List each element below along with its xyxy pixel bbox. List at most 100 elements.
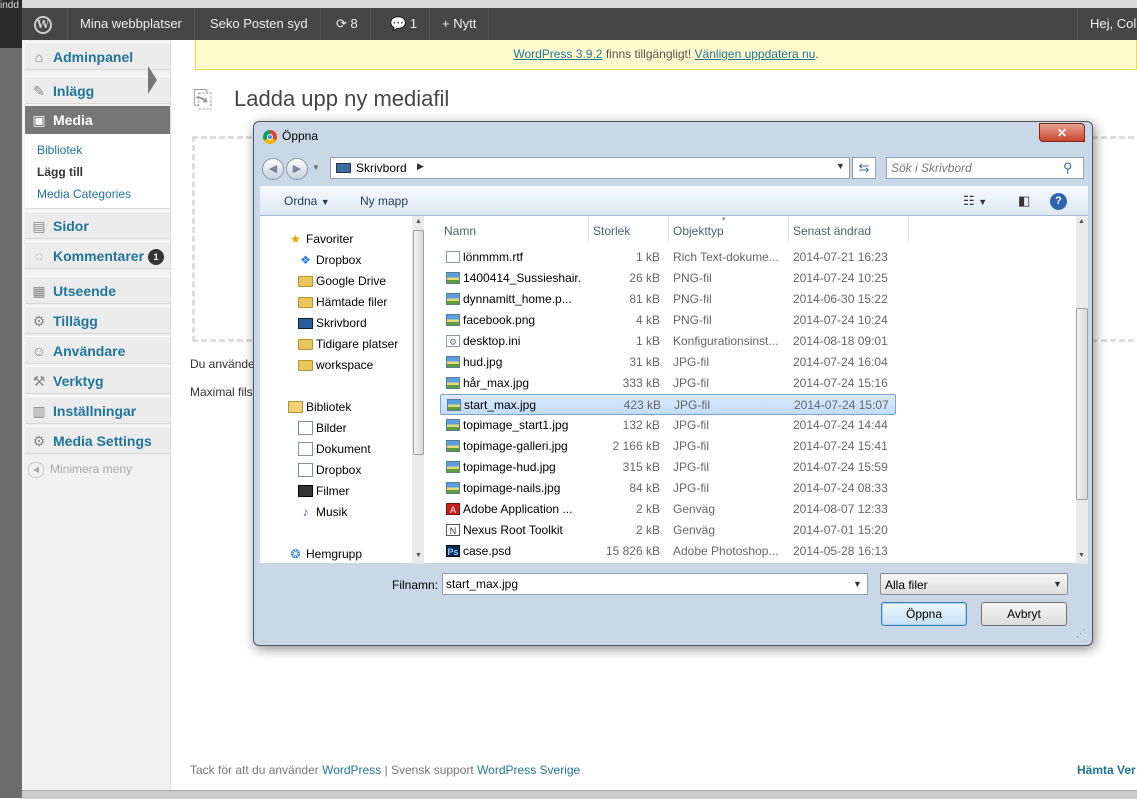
file-row[interactable]: 1400414_Sussieshair... 26 kB PNG-fil 2014-0… — [440, 268, 896, 289]
address-dropdown-icon[interactable]: ▼ — [836, 161, 845, 171]
address-bar[interactable]: Skrivbord ▶ ▼ — [330, 157, 850, 179]
submenu-library[interactable]: Bibliotek — [37, 143, 82, 157]
filename-dropdown-icon[interactable]: ▼ — [853, 579, 862, 589]
file-row[interactable]: A Adobe Application ... 2 kB Genväg 2014-08-… — [440, 499, 896, 520]
menu-label: Användare — [53, 343, 126, 359]
view-options-icon[interactable]: ☷ ▼ — [963, 193, 987, 209]
menu-comments[interactable]: ◌ Kommentarer 1 — [25, 241, 170, 269]
nav-documents[interactable]: Dokument — [298, 442, 371, 456]
settings-icon: ▥ — [32, 403, 46, 419]
menu-appearance[interactable]: ▦ Utseende — [25, 276, 170, 304]
scroll-up-icon[interactable]: ▲ — [415, 218, 422, 225]
file-row[interactable]: Ps case.psd 15 826 kB Adobe Photoshop... 201… — [440, 541, 896, 562]
navigation-scrollbar[interactable]: ▲ ▼ — [412, 216, 424, 564]
file-row-selected[interactable]: start_max.jpg 423 kB JPG-fil 2014-07-24 15:… — [440, 394, 896, 415]
nav-desktop[interactable]: Skrivbord — [298, 316, 367, 330]
file-row[interactable]: topimage-nails.jpg 84 kB JPG-fil 2014-07-24… — [440, 478, 896, 499]
file-type: PNG-fil — [673, 271, 712, 285]
update-now-link[interactable]: Vänligen uppdatera nu — [695, 47, 816, 61]
submenu-media-categories[interactable]: Media Categories — [37, 187, 131, 201]
file-row[interactable]: ≡ lönmmm.rtf 1 kB Rich Text-dokume... 2014-0… — [440, 247, 896, 268]
organize-button[interactable]: Ordna ▼ — [284, 194, 330, 208]
menu-media-settings[interactable]: ⚙ Media Settings — [25, 426, 170, 454]
menu-media[interactable]: ▣ Media — [25, 106, 170, 134]
file-row[interactable]: hud.jpg 31 kB JPG-fil 2014-07-24 16:04 — [440, 352, 896, 373]
nav-libraries[interactable]: Bibliotek — [288, 400, 351, 414]
file-row[interactable]: dynnamitt_home.p... 81 kB PNG-fil 2014-06-3… — [440, 289, 896, 310]
file-name: dynnamitt_home.p... — [463, 292, 572, 306]
preview-pane-icon[interactable]: ◧ — [1018, 193, 1030, 209]
column-modified[interactable]: Senast ändrad — [793, 224, 871, 238]
scroll-down-icon[interactable]: ▼ — [1078, 552, 1085, 559]
submenu-add-new[interactable]: Lägg till — [37, 165, 83, 179]
column-size[interactable]: Storlek — [593, 224, 630, 238]
file-size: 2 166 kB — [612, 439, 660, 453]
new-content-menu[interactable]: + Nytt — [430, 8, 490, 40]
new-folder-button[interactable]: Ny mapp — [360, 194, 408, 208]
file-row[interactable]: ⚙ desktop.ini 1 kB Konfigurationsinst... 201… — [440, 331, 896, 352]
nav-library-dropbox[interactable]: Dropbox — [298, 463, 361, 477]
file-date: 2014-07-24 10:25 — [793, 271, 888, 285]
footer-wordpress-link[interactable]: WordPress — [322, 763, 381, 777]
nav-label: Filmer — [316, 484, 350, 498]
comment-bubble-icon: 💬 — [390, 16, 407, 31]
file-row[interactable]: topimage-galleri.jpg 2 166 kB JPG-fil 2014-… — [440, 436, 896, 457]
file-size: 2 kB — [635, 523, 660, 537]
filename-input[interactable] — [446, 576, 826, 592]
account-menu[interactable]: Hej, Col — [1077, 8, 1137, 40]
nav-downloads[interactable]: Hämtade filer — [298, 295, 387, 309]
footer-wordpress-sverige-link[interactable]: WordPress Sverige — [477, 763, 580, 777]
navigation-scroll-thumb[interactable] — [413, 230, 424, 455]
scroll-up-icon[interactable]: ▲ — [1078, 218, 1085, 225]
comments-menu[interactable]: 💬 1 — [378, 8, 431, 40]
nav-homegroup[interactable]: ❂ Hemgrupp — [290, 547, 362, 561]
help-icon[interactable]: ? — [1050, 193, 1067, 210]
resize-grip-icon[interactable]: ⋰ — [1076, 628, 1085, 639]
nav-videos[interactable]: Filmer — [298, 484, 350, 498]
open-button[interactable]: Öppna — [881, 602, 967, 626]
collapse-menu[interactable]: ◀ Minimera meny — [28, 462, 132, 478]
cancel-button[interactable]: Avbryt — [981, 602, 1067, 626]
nav-music[interactable]: ♪ Musik — [303, 505, 348, 519]
column-divider — [588, 216, 589, 242]
file-list-scroll-thumb[interactable] — [1076, 308, 1088, 500]
search-icon[interactable]: ⚲ — [1063, 160, 1073, 176]
nav-pictures[interactable]: Bilder — [298, 421, 347, 435]
file-row[interactable]: N Nexus Root Toolkit 2 kB Genväg 2014-07-01 … — [440, 520, 896, 541]
get-version-link[interactable]: Hämta Ver — [1077, 763, 1136, 777]
refresh-button[interactable]: ⇆ — [852, 157, 876, 179]
menu-plugins[interactable]: ⚙ Tillägg — [25, 306, 170, 334]
menu-pages[interactable]: ▤ Sidor — [25, 211, 170, 239]
nav-google-drive[interactable]: Google Drive — [298, 274, 386, 288]
nav-dropbox[interactable]: ❖ Dropbox — [300, 253, 361, 267]
scroll-down-icon[interactable]: ▼ — [415, 552, 422, 559]
recent-places-icon — [298, 339, 313, 350]
menu-settings[interactable]: ▥ Inställningar — [25, 396, 170, 424]
wp-logo-menu[interactable]: W — [22, 8, 68, 40]
file-row[interactable]: facebook.png 4 kB PNG-fil 2014-07-24 10:24 — [440, 310, 896, 331]
nav-recent-places[interactable]: Tidigare platser — [298, 337, 398, 351]
file-list-scrollbar[interactable]: ▲ ▼ — [1076, 216, 1088, 564]
site-name-menu[interactable]: Seko Posten syd — [198, 8, 321, 40]
my-sites-menu[interactable]: Mina webbplatser — [68, 8, 195, 40]
updates-menu[interactable]: ⟳ 8 — [324, 8, 371, 40]
recent-locations-icon[interactable]: ▼ — [312, 163, 320, 172]
nav-label: Dokument — [316, 442, 371, 456]
wordpress-version-link[interactable]: WordPress 3.9.2 — [513, 47, 602, 61]
search-input[interactable] — [889, 160, 1063, 176]
forward-button[interactable]: ▶ — [286, 158, 308, 180]
file-type: JPG-fil — [673, 439, 709, 453]
file-type-select[interactable]: Alla filer ▼ — [880, 573, 1068, 595]
menu-users[interactable]: ☺ Användare — [25, 336, 170, 364]
nav-workspace[interactable]: workspace — [298, 358, 373, 372]
column-name[interactable]: Namn — [444, 224, 476, 238]
file-row[interactable]: hår_max.jpg 333 kB JPG-fil 2014-07-24 15:16 — [440, 373, 896, 394]
menu-tools[interactable]: ⚒ Verktyg — [25, 366, 170, 394]
breadcrumb-chevron-icon[interactable]: ▶ — [417, 161, 424, 172]
nav-favorites[interactable]: ★ Favoriter — [290, 232, 353, 246]
column-type[interactable]: Objekttyp — [673, 224, 724, 238]
file-row[interactable]: topimage_start1.jpg 132 kB JPG-fil 2014-07-… — [440, 415, 896, 436]
file-row[interactable]: topimage-hud.jpg 315 kB JPG-fil 2014-07-24 … — [440, 457, 896, 478]
close-button[interactable]: ✕ — [1039, 123, 1085, 142]
back-button[interactable]: ◀ — [262, 158, 284, 180]
